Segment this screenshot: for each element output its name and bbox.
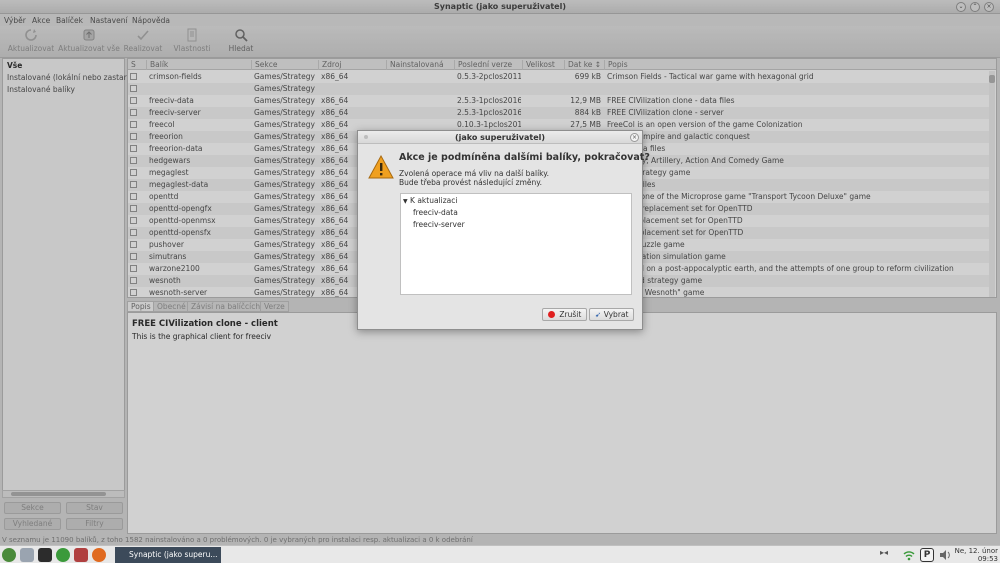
- expander-arrow-icon[interactable]: ▼: [403, 198, 408, 205]
- dialog-close-button[interactable]: ×: [630, 133, 639, 142]
- cancel-button[interactable]: Zrušit: [542, 308, 588, 321]
- dialog-message-line2: Bude třeba provést následující změny.: [399, 178, 543, 187]
- wifi-icon[interactable]: [902, 548, 916, 562]
- tree-group-label: K aktualizaci: [410, 196, 458, 205]
- firefox-icon[interactable]: [92, 548, 106, 562]
- apply-arrow-icon: ➹: [595, 310, 602, 319]
- taskbar-synaptic-task[interactable]: Synaptic (jako superu...: [115, 547, 221, 563]
- cancel-label: Zrušit: [559, 310, 582, 319]
- dialog-menu-dot[interactable]: [364, 135, 368, 139]
- dialog-question: Akce je podmíněna dalšími balíky, pokrač…: [399, 152, 650, 163]
- clock-time: 09:53: [977, 555, 998, 563]
- changes-tree: ▼ K aktualizaci freeciv-data freeciv-ser…: [400, 193, 632, 295]
- package-manager-icon[interactable]: [74, 548, 88, 562]
- dialog-titlebar: (jako superuživatel): [358, 131, 642, 144]
- app-x-icon[interactable]: [56, 548, 70, 562]
- updates-p-icon[interactable]: P: [920, 548, 934, 562]
- tree-item-freeciv-server[interactable]: freeciv-server: [413, 220, 465, 229]
- cancel-icon: [548, 311, 555, 318]
- taskbar-task-label: Synaptic (jako superu...: [129, 550, 218, 559]
- start-menu-icon[interactable]: [2, 548, 16, 562]
- dialog-message-line1: Zvolená operace má vliv na další balíky.: [399, 169, 549, 178]
- tree-group-upgrade[interactable]: ▼ K aktualizaci: [403, 196, 457, 205]
- volume-icon[interactable]: [938, 548, 952, 562]
- mark-label: Vybrat: [603, 310, 629, 319]
- mark-button[interactable]: ➹ Vybrat: [589, 308, 635, 321]
- file-manager-icon[interactable]: [20, 548, 34, 562]
- dialog-title: (jako superuživatel): [454, 133, 546, 142]
- warning-icon: [368, 155, 394, 179]
- tree-item-freeciv-data[interactable]: freeciv-data: [413, 208, 458, 217]
- clock[interactable]: Ne, 12. únor 09:53: [955, 547, 998, 563]
- changes-dialog: (jako superuživatel) × Akce je podmíněna…: [357, 130, 650, 330]
- terminal-icon[interactable]: [38, 548, 52, 562]
- clock-date: Ne, 12. únor: [954, 547, 998, 555]
- tray-media-icon[interactable]: ▸◂: [880, 548, 894, 562]
- taskbar: Synaptic (jako superu... ▸◂ P Ne, 12. ún…: [0, 545, 1000, 563]
